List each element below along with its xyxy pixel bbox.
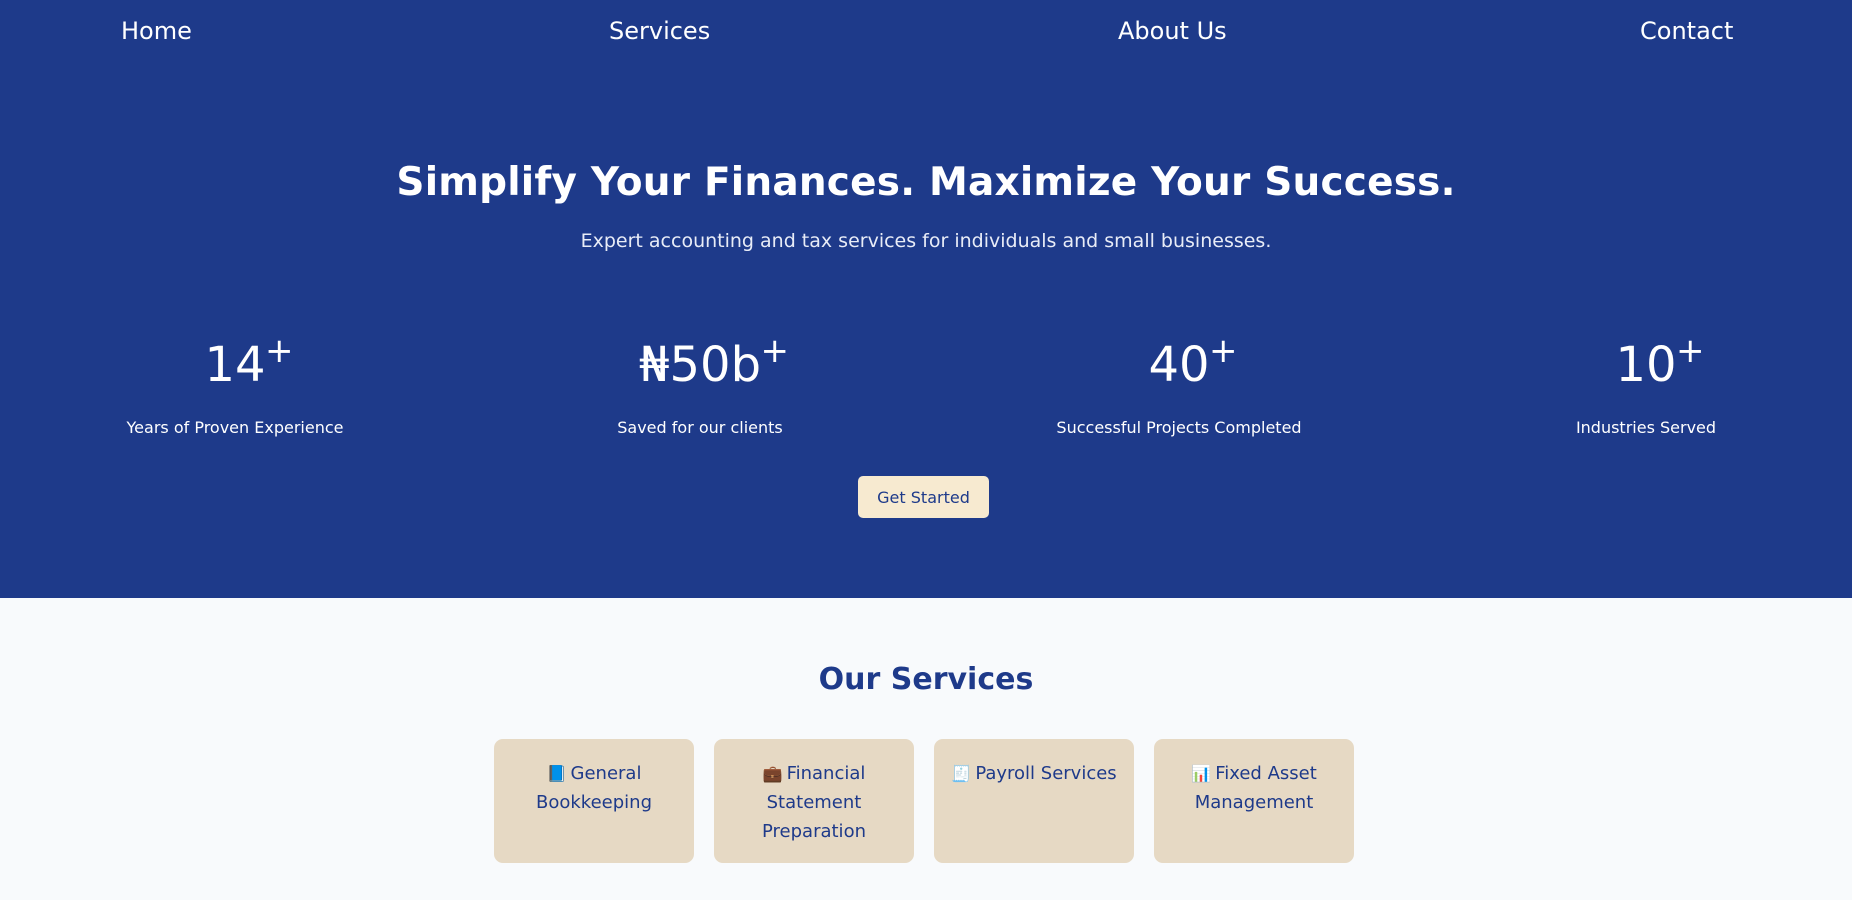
receipt-icon: 🧾 [951,764,972,783]
nav-about-link[interactable]: About Us [1118,17,1227,45]
service-card-general-bookkeeping[interactable]: 📘 General Bookkeeping [494,739,694,863]
stat-experience: 14 + Years of Proven Experience [85,330,385,437]
stat-label: Saved for our clients [617,418,783,437]
nav-services-link[interactable]: Services [609,17,710,45]
hero-headline: Simplify Your Finances. Maximize Your Su… [396,160,1456,205]
blue-book-icon: 📘 [546,764,567,783]
nav-home-link[interactable]: Home [121,17,192,45]
service-card-label: Fixed Asset Management [1194,763,1317,813]
stat-label: Years of Proven Experience [126,418,344,437]
stat-plus-sign: + [1676,331,1705,371]
service-card-fixed-asset-management[interactable]: 📊 Fixed Asset Management [1154,739,1354,863]
stat-value: 40 + [1148,330,1237,400]
stat-value: 14 + [204,330,293,400]
stat-value: ₦50b + [639,330,789,400]
nav-contact-link[interactable]: Contact [1640,17,1733,45]
stat-value: 10 + [1615,330,1704,400]
get-started-button[interactable]: Get Started [858,476,989,518]
hero-section: Home Services About Us Contact Simplify … [0,0,1852,598]
stat-plus-sign: + [1209,331,1238,371]
stat-plus-sign: + [760,331,790,371]
main-navigation: Home Services About Us Contact [0,0,1852,70]
services-section: Our Services 📘 General Bookkeeping 💼 Finan… [0,598,1852,900]
stat-label: Successful Projects Completed [1056,418,1302,437]
hero-subheadline: Expert accounting and tax services for i… [580,230,1272,252]
service-card-financial-statement-preparation[interactable]: 💼 Financial Statement Preparation [714,739,914,863]
services-title: Our Services [818,662,1034,697]
stat-label: Industries Served [1575,418,1717,437]
briefcase-icon: 💼 [762,764,783,783]
bar-chart-icon: 📊 [1191,764,1212,783]
service-card-payroll-services[interactable]: 🧾 Payroll Services [934,739,1134,863]
stat-industries: 10 + Industries Served [1496,330,1796,437]
stat-projects: 40 + Successful Projects Completed [1029,330,1329,437]
service-card-label: Payroll Services [975,763,1117,784]
stat-plus-sign: + [265,331,294,371]
stat-savings: ₦50b + Saved for our clients [550,330,850,437]
